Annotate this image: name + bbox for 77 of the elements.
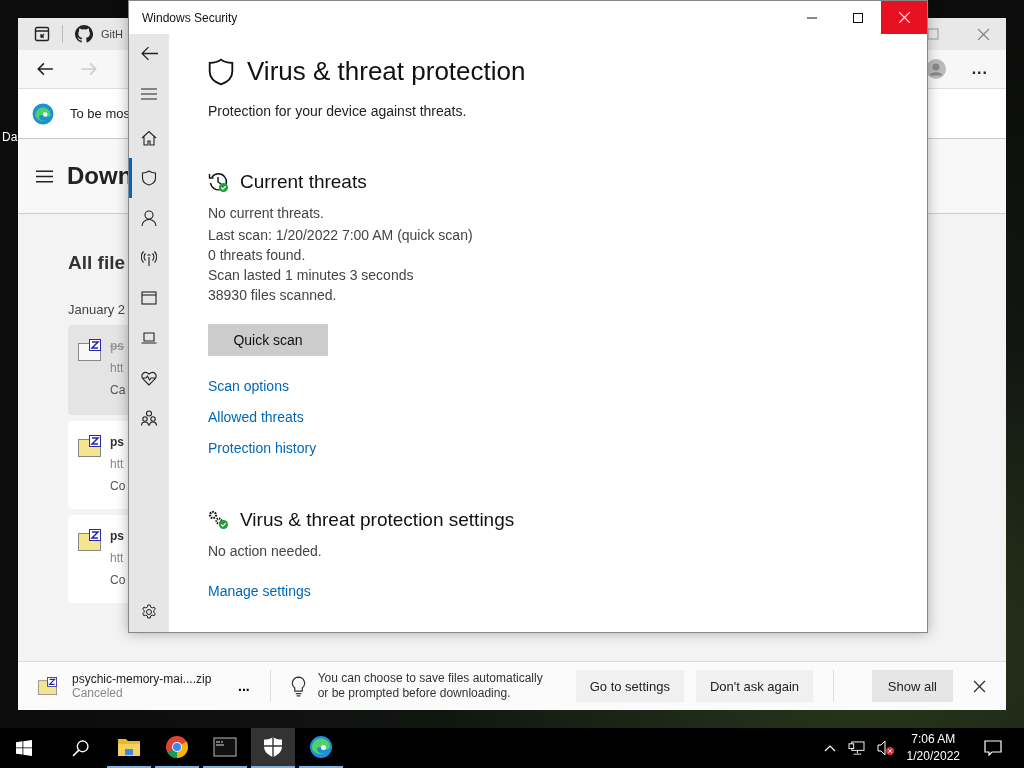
save-tip-message: You can choose to save files automatically or be prompted before downloading. [317,671,544,701]
section-heading: Virus & threat protection settings [240,509,515,531]
download-card[interactable]: ps htt Ca [68,325,128,415]
window-title: Windows Security [142,10,238,25]
page-subtitle: Protection for your device against threats. [208,103,467,119]
scan-detail: 0 threats found. [208,246,306,265]
settings-icon[interactable] [141,604,157,620]
github-icon [75,25,93,43]
back-arrow-icon[interactable] [140,45,158,62]
volume-muted-icon[interactable] [876,740,895,756]
notification-icon[interactable] [984,740,1002,756]
download-status: Co [110,573,126,587]
shield-icon [261,735,285,759]
person-icon [141,210,157,226]
clock-date[interactable]: 1/20/2022 [906,748,960,765]
download-status: Canceled [72,686,124,700]
laptop-icon [141,330,157,346]
download-action-button[interactable]: Don't ask again [695,670,814,702]
scan-detail: Last scan: 1/20/2022 7:00 AM (quick scan) [208,226,473,245]
back-arrow-icon[interactable] [36,60,54,78]
more-button[interactable]: ... [971,60,988,78]
section-heading: Current threats [240,171,367,193]
chevron-up-icon[interactable] [823,744,836,752]
more-button[interactable]: ... [238,678,250,694]
file-name: ps [110,339,125,353]
close-icon[interactable] [973,679,986,693]
edge-icon [309,735,333,759]
taskbar-app[interactable] [251,728,295,768]
window-icon [141,290,157,306]
download-file-name[interactable]: psychic-memory-mai....zip [72,672,222,686]
link[interactable]: Allowed threats [208,409,304,426]
manage-settings-link[interactable]: Manage settings [208,583,311,600]
download-status: Ca [110,383,126,397]
zip-file-icon [38,677,58,695]
shield-icon [141,170,157,186]
download-status: Co [110,479,126,493]
file-url: htt [110,361,125,375]
network-icon[interactable] [847,740,865,756]
people-icon [141,410,157,426]
date-group-label: January 2 [68,302,126,317]
search-icon[interactable] [72,739,89,757]
download-card[interactable]: ps htt Co [68,421,128,509]
home-icon [141,130,157,146]
heart-pulse-icon [141,370,157,386]
show-all-button[interactable]: Show all [871,670,953,702]
maximize-icon [853,12,863,23]
settings-status: No action needed. [208,542,322,561]
history-check-icon [208,171,230,193]
file-url: htt [110,551,125,565]
edge-logo-icon [32,102,54,125]
file-name: ps [110,435,125,449]
scan-detail: Scan lasted 1 minutes 3 seconds [208,266,414,285]
file-name: ps [110,529,125,543]
quick-scan-button[interactable]: Quick scan [208,324,328,356]
tab-actions-icon[interactable] [34,26,50,42]
download-action-button[interactable]: Go to settings [575,670,684,702]
desktop-icon-label: Da [2,130,18,144]
link[interactable]: Protection history [208,440,317,457]
browser-tab[interactable]: GitH [101,28,123,40]
shield-icon [208,57,234,86]
file-url: htt [110,457,125,471]
windows-start-icon[interactable] [16,740,32,756]
lightbulb-icon [290,675,306,697]
clock-time[interactable]: 7:06 AM [911,731,956,748]
threat-status: No current threats. [208,204,324,223]
download-card[interactable]: ps htt Co [68,515,128,603]
menu-icon[interactable] [36,169,53,183]
maximize-icon[interactable] [927,28,939,40]
close-icon [898,12,910,23]
link[interactable]: Scan options [208,378,289,395]
gears-check-icon [208,510,230,530]
page-heading: Virus & threat protection [247,56,526,87]
terminal-icon [213,735,237,759]
antenna-icon [141,250,157,266]
chrome-icon [165,735,189,759]
section-title: All file [68,252,125,274]
scan-detail: 38930 files scanned. [208,286,337,305]
